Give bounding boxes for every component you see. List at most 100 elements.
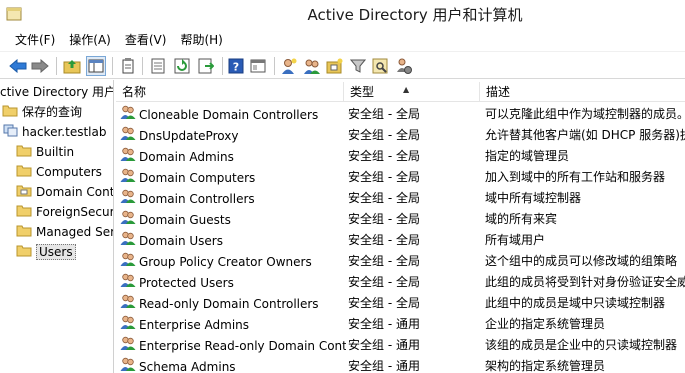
- tree-item-computers[interactable]: Computers: [16, 162, 102, 182]
- folder-icon: [16, 243, 32, 263]
- tree-item-label: Builtin: [36, 145, 75, 159]
- group-name: Read-only Domain Controllers: [139, 297, 319, 311]
- cell-description: 架构的指定系统管理员: [485, 359, 606, 373]
- tree-item-label: Users: [36, 244, 76, 260]
- folder-icon: [16, 163, 32, 183]
- cell-type: 安全组 - 全局: [348, 170, 420, 184]
- new-group-icon[interactable]: [302, 56, 322, 76]
- group-name: Protected Users: [139, 276, 234, 290]
- cell-name: Protected Users: [120, 272, 346, 295]
- column-header-name[interactable]: 名称: [116, 82, 344, 102]
- group-icon: [120, 356, 136, 373]
- table-row[interactable]: Domain Admins 安全组 - 全局 指定的域管理员: [116, 146, 685, 167]
- find-icon[interactable]: [371, 56, 391, 76]
- cell-type: 安全组 - 全局: [348, 296, 420, 310]
- folder-icon: [16, 143, 32, 163]
- folder-icon: [16, 203, 32, 223]
- show-tree-icon[interactable]: [86, 56, 106, 76]
- group-icon: [120, 125, 136, 148]
- export-list-icon[interactable]: [148, 56, 168, 76]
- toolbar-separator: [222, 57, 223, 75]
- properties-icon[interactable]: [118, 56, 138, 76]
- tree-item-root[interactable]: Active Directory 用户和计算机: [0, 82, 113, 102]
- group-icon: [120, 230, 136, 253]
- forward-icon[interactable]: [30, 56, 50, 76]
- cell-name: Enterprise Admins: [120, 314, 346, 337]
- toolbar-separator: [56, 57, 57, 75]
- cell-description: 所有域用户: [485, 233, 546, 247]
- add-to-group-icon[interactable]: [394, 56, 414, 76]
- help-icon[interactable]: ?: [226, 56, 246, 76]
- cell-description: 加入到域中的所有工作站和服务器: [485, 170, 666, 184]
- cell-description: 允许替其他客户端(如 DHCP 服务器)执行动态更新的 DNS 客户端。: [485, 128, 685, 142]
- tree-item-domain-controllers[interactable]: Domain Controllers: [16, 182, 113, 202]
- tree-item-managed-service-accounts[interactable]: Managed Service Accounts: [16, 222, 114, 243]
- menu-view[interactable]: 查看(V): [125, 30, 167, 50]
- cell-name: Group Policy Creator Owners: [120, 251, 346, 274]
- cell-type: 安全组 - 通用: [348, 359, 420, 373]
- menu-action[interactable]: 操作(A): [69, 30, 111, 50]
- table-row[interactable]: Domain Users 安全组 - 全局 所有域用户: [116, 230, 685, 251]
- group-name: Domain Computers: [139, 171, 256, 185]
- menu-help[interactable]: 帮助(H): [180, 30, 222, 50]
- group-name: Schema Admins: [139, 360, 236, 373]
- table-row[interactable]: Read-only Domain Controllers 安全组 - 全局 此组中的…: [116, 293, 685, 314]
- group-name: Domain Users: [139, 234, 223, 248]
- back-icon[interactable]: [8, 56, 28, 76]
- column-header-description[interactable]: 描述: [480, 82, 685, 102]
- cell-name: Domain Admins: [120, 146, 346, 169]
- table-row[interactable]: Enterprise Read-only Domain Controllers安…: [116, 335, 685, 356]
- new-user-icon[interactable]: [279, 56, 299, 76]
- cell-name: Read-only Domain Controllers: [120, 293, 346, 316]
- cell-description: 指定的域管理员: [485, 149, 570, 163]
- new-ou-icon[interactable]: [325, 56, 345, 76]
- table-row[interactable]: Domain Guests 安全组 - 全局 域的所有来宾: [116, 209, 685, 230]
- menu-file[interactable]: 文件(F): [15, 30, 55, 50]
- tree-item-foreign-security-principals[interactable]: ForeignSecurityPrincipals: [16, 202, 114, 223]
- cell-description: 域中所有域控制器: [485, 191, 582, 205]
- cell-description: 可以克隆此组中作为域控制器的成员。: [485, 107, 685, 121]
- table-row[interactable]: Cloneable Domain Controllers 安全组 - 全局 可以克隆…: [116, 104, 685, 125]
- cell-type: 安全组 - 全局: [348, 212, 420, 226]
- run-icon[interactable]: [196, 56, 216, 76]
- cell-type: 安全组 - 通用: [348, 317, 420, 331]
- cell-description: 企业的指定系统管理员: [485, 317, 606, 331]
- tree-item-label: hacker.testlab: [22, 125, 107, 139]
- cell-description: 该组的成员是企业中的只读域控制器: [485, 338, 678, 352]
- title-bar: Active Directory 用户和计算机: [0, 0, 685, 30]
- svg-text:?: ?: [233, 61, 239, 74]
- cell-name: Enterprise Read-only Domain Controllers: [120, 335, 346, 358]
- group-icon: [120, 146, 136, 169]
- toolbar: ?: [0, 51, 685, 79]
- toolbar-separator: [274, 57, 275, 75]
- table-row[interactable]: Domain Controllers 安全组 - 全局 域中所有域控制器: [116, 188, 685, 209]
- cell-type: 安全组 - 通用: [348, 338, 420, 352]
- table-row[interactable]: Schema Admins 安全组 - 通用 架构的指定系统管理员: [116, 356, 685, 373]
- folder-icon: [16, 223, 32, 243]
- tree-item-users[interactable]: Users: [16, 242, 76, 262]
- console-icon[interactable]: [248, 56, 268, 76]
- toolbar-separator: [142, 57, 143, 75]
- tree-item-domain[interactable]: hacker.testlab: [2, 122, 106, 142]
- tree-item-label: ForeignSecurityPrincipals: [36, 205, 114, 219]
- tree-item-label: 保存的查询: [22, 105, 83, 119]
- table-row[interactable]: Protected Users 安全组 - 全局 此组的成员将受到针对身份验证安全威…: [116, 272, 685, 293]
- group-name: Domain Controllers: [139, 192, 255, 206]
- table-row[interactable]: Domain Computers 安全组 - 全局 加入到域中的所有工作站和服务器: [116, 167, 685, 188]
- tree-item-saved-queries[interactable]: 保存的查询: [2, 102, 82, 122]
- up-folder-icon[interactable]: [62, 56, 82, 76]
- group-name: Group Policy Creator Owners: [139, 255, 312, 269]
- group-name: Enterprise Read-only Domain Controllers: [139, 339, 346, 353]
- table-row[interactable]: Enterprise Admins 安全组 - 通用 企业的指定系统管理员: [116, 314, 685, 335]
- column-header-type[interactable]: 类型: [344, 82, 480, 102]
- cell-name: Schema Admins: [120, 356, 346, 373]
- group-icon: [120, 272, 136, 295]
- tree-item-builtin[interactable]: Builtin: [16, 142, 74, 162]
- cell-description: 这个组中的成员可以修改域的组策略: [485, 254, 678, 268]
- table-row[interactable]: Group Policy Creator Owners 安全组 - 全局 这个组中的…: [116, 251, 685, 272]
- table-row[interactable]: DnsUpdateProxy 安全组 - 全局 允许替其他客户端(如 DHCP 服务…: [116, 125, 685, 146]
- filter-icon[interactable]: [348, 56, 368, 76]
- tree-item-label: Managed Service Accounts: [36, 225, 114, 239]
- refresh-icon[interactable]: [172, 56, 192, 76]
- group-icon: [120, 188, 136, 211]
